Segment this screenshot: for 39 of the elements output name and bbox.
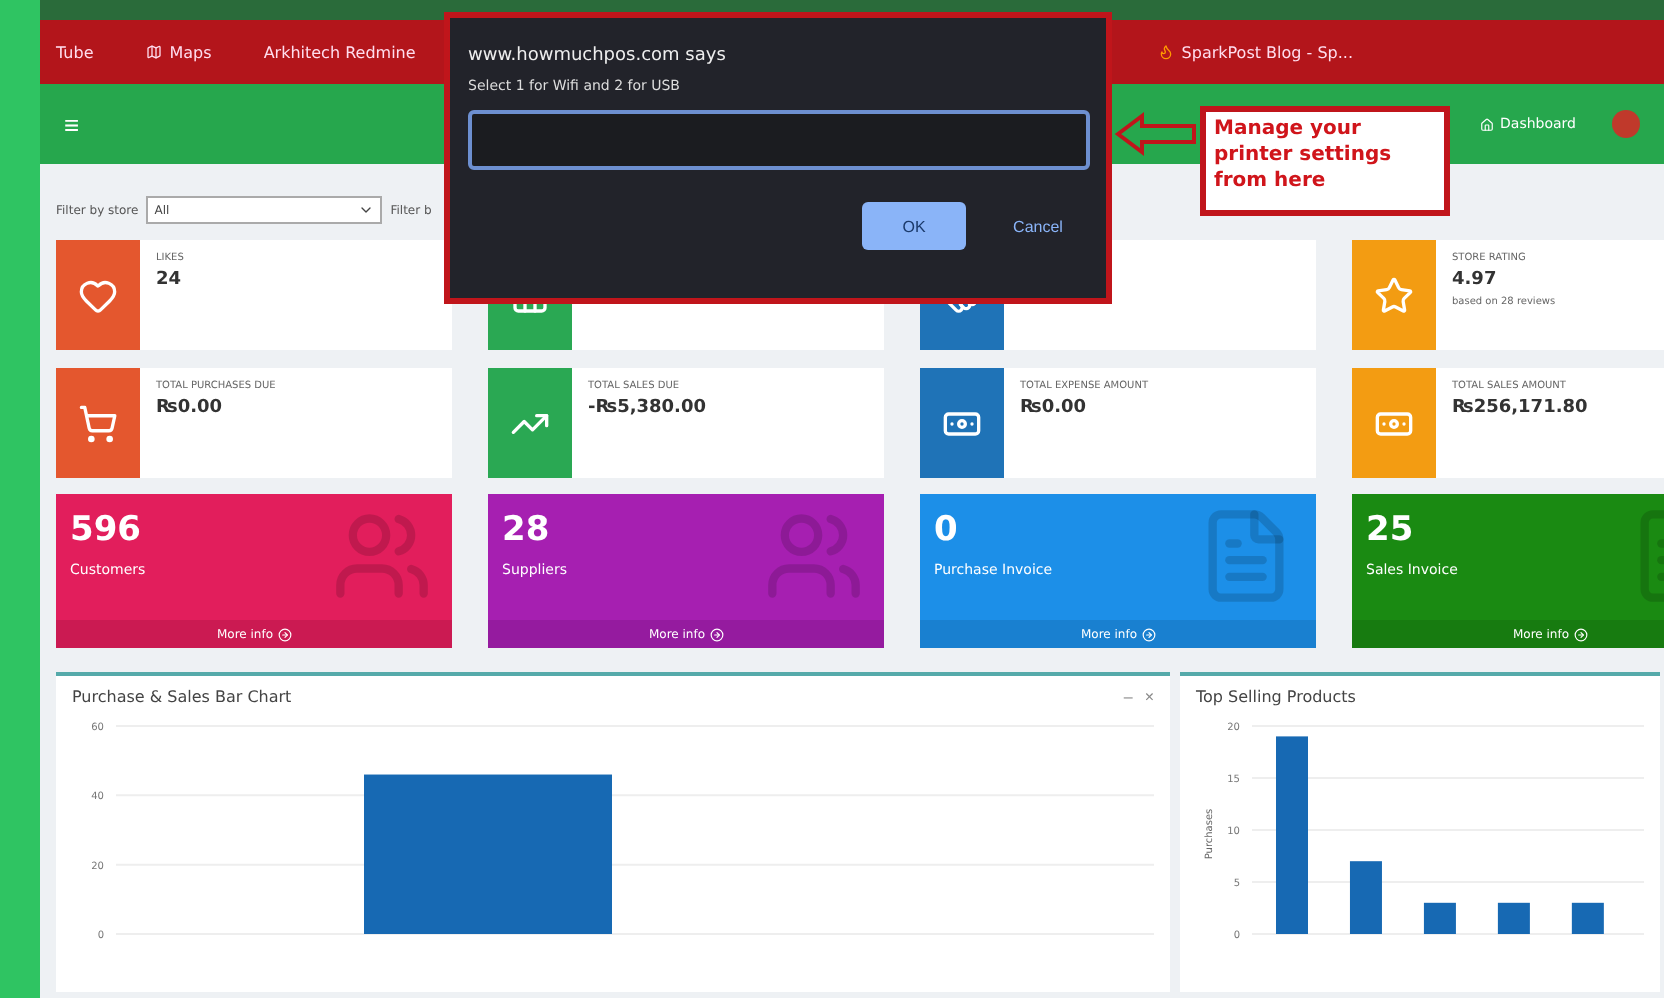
info-value: 4.97: [1452, 270, 1499, 290]
dialog-button[interactable]: OK: [862, 202, 966, 250]
info-value: ₨0.00: [1020, 398, 1089, 418]
stat-value: 25: [1366, 510, 1416, 550]
star-icon: [1374, 275, 1414, 315]
bar: [1497, 902, 1530, 934]
info-value: ₨256,171.80: [1452, 398, 1588, 418]
stat-value: 0: [934, 510, 960, 550]
arrow-circle-icon: [277, 627, 292, 641]
bookmark-link[interactable]: SparkPost Blog - Sp...: [1157, 43, 1353, 61]
home-icon: [1480, 117, 1495, 131]
arrow-circle-icon: [1141, 627, 1156, 641]
stat-value: 28: [502, 510, 552, 550]
bookmark-link[interactable]: Maps: [145, 43, 212, 61]
bar: [1423, 902, 1456, 934]
panel-title: Top Selling Products: [1196, 688, 1356, 706]
cart-icon: [78, 403, 118, 443]
callout-note: Manage your printer settings from here: [1200, 106, 1450, 216]
bookmark-link[interactable]: Arkhitech Redmine: [263, 43, 416, 61]
bookmark-link[interactable]: Tube: [56, 43, 94, 61]
info-value: 24: [156, 270, 184, 290]
menu-button[interactable]: ≡: [64, 109, 80, 139]
info-value: ₨0.00: [156, 398, 225, 418]
arrow-circle-icon: [709, 627, 724, 641]
panel-title: Purchase & Sales Bar Chart: [72, 688, 292, 706]
heart-icon: [78, 275, 118, 315]
dialog-button[interactable]: Cancel: [986, 202, 1090, 250]
info-value: -₨5,380.00: [588, 398, 706, 418]
stat-value: 596: [70, 510, 143, 550]
input-field[interactable]: [468, 110, 1090, 170]
panel-tool-button[interactable]: –: [1123, 688, 1133, 706]
flame-icon: [1157, 44, 1174, 60]
bar: [1349, 861, 1382, 934]
arrow-circle-icon: [1573, 627, 1588, 641]
map-icon: [145, 44, 162, 60]
bar: [1571, 902, 1604, 934]
chevron-down-icon: [358, 202, 375, 218]
panel-tool-button[interactable]: ×: [1144, 688, 1154, 706]
dialog-title: www.howmuchpos.com says: [468, 46, 728, 66]
